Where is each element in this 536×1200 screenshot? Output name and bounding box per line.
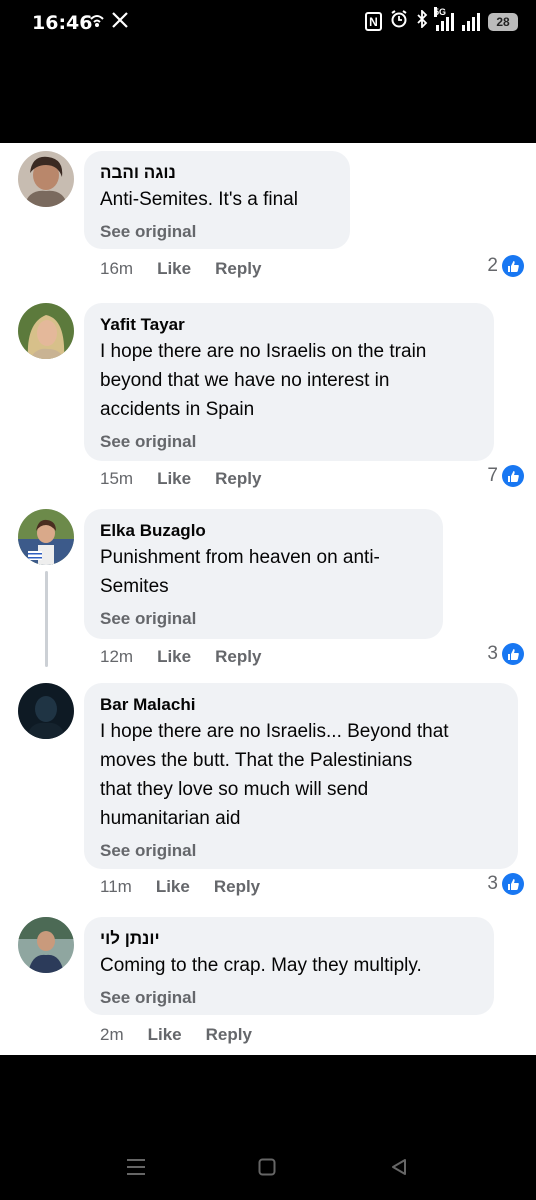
battery-icon: 28 bbox=[488, 12, 518, 31]
bluetooth-icon bbox=[416, 8, 428, 33]
comment-actions: 12m Like Reply bbox=[100, 647, 261, 667]
comment-actions: 15m Like Reply bbox=[100, 469, 261, 489]
comment-actions: 11m Like Reply bbox=[100, 877, 260, 897]
reply-button[interactable]: Reply bbox=[215, 259, 261, 279]
nfc-icon: N bbox=[365, 12, 382, 31]
reply-button[interactable]: Reply bbox=[206, 1025, 252, 1045]
thumbs-up-icon bbox=[502, 873, 524, 895]
comment-author[interactable]: Yafit Tayar bbox=[100, 313, 478, 337]
avatar[interactable] bbox=[18, 683, 74, 739]
signal-icon bbox=[462, 12, 480, 31]
status-bar: 16:46 N 5G 28 bbox=[0, 0, 536, 143]
alarm-icon bbox=[390, 10, 408, 33]
like-button[interactable]: Like bbox=[157, 469, 191, 489]
thread-line bbox=[45, 571, 48, 667]
reaction-count[interactable]: 3 bbox=[487, 873, 524, 895]
comment-actions: 2m Like Reply bbox=[100, 1025, 252, 1045]
comment-text-line: Semites bbox=[100, 576, 169, 597]
comments-list: נוגה והבה Anti-Semites. It's a final See… bbox=[0, 143, 536, 1055]
comment-author[interactable]: נוגה והבה bbox=[100, 161, 334, 185]
comment-bubble: יונתן לוי Coming to the crap. May they m… bbox=[84, 917, 494, 1015]
see-original-link[interactable]: See original bbox=[100, 220, 334, 244]
avatar[interactable] bbox=[18, 917, 74, 973]
back-icon[interactable] bbox=[390, 1158, 408, 1181]
wifi-calling-icon bbox=[88, 12, 106, 35]
avatar[interactable] bbox=[18, 151, 74, 207]
comment-time[interactable]: 2m bbox=[100, 1025, 124, 1045]
comment-time[interactable]: 16m bbox=[100, 259, 133, 279]
see-original-link[interactable]: See original bbox=[100, 430, 478, 454]
like-button[interactable]: Like bbox=[157, 259, 191, 279]
see-original-link[interactable]: See original bbox=[100, 607, 427, 631]
comment-bubble: Elka Buzaglo Punishment from heaven on a… bbox=[84, 509, 443, 639]
comment-text-line: moves the butt. That the Palestinians bbox=[100, 750, 413, 771]
thumbs-up-icon bbox=[502, 465, 524, 487]
comment-text-line: humanitarian aid bbox=[100, 808, 241, 829]
avatar[interactable] bbox=[18, 509, 74, 565]
comment-bubble: נוגה והבה Anti-Semites. It's a final See… bbox=[84, 151, 350, 249]
comment-author[interactable]: Bar Malachi bbox=[100, 693, 502, 717]
comment-actions: 16m Like Reply bbox=[100, 259, 261, 279]
comment-bubble: Bar Malachi I hope there are no Israelis… bbox=[84, 683, 518, 869]
see-original-link[interactable]: See original bbox=[100, 839, 502, 863]
comment-text-line: I hope there are no Israelis... Beyond t… bbox=[100, 721, 449, 742]
comment-time[interactable]: 15m bbox=[100, 469, 133, 489]
thumbs-up-icon bbox=[502, 643, 524, 665]
avatar[interactable] bbox=[18, 303, 74, 359]
comment-bubble: Yafit Tayar I hope there are no Israelis… bbox=[84, 303, 494, 461]
comment-text-line: that they love so much will send bbox=[100, 779, 369, 800]
comment-text-line: beyond that we have no interest in bbox=[100, 370, 390, 391]
comment-text: Anti-Semites. It's a final bbox=[100, 189, 298, 210]
comment-text: Coming to the crap. May they multiply. bbox=[100, 955, 422, 976]
comment-text-line: I hope there are no Israelis on the trai… bbox=[100, 341, 427, 362]
reaction-count[interactable]: 3 bbox=[487, 643, 524, 665]
reply-button[interactable]: Reply bbox=[215, 469, 261, 489]
reply-button[interactable]: Reply bbox=[214, 877, 260, 897]
reaction-count[interactable]: 7 bbox=[487, 465, 524, 487]
reaction-count[interactable]: 2 bbox=[487, 255, 524, 277]
status-time: 16:46 bbox=[32, 12, 93, 34]
comment-time[interactable]: 11m bbox=[100, 877, 132, 897]
like-button[interactable]: Like bbox=[156, 877, 190, 897]
home-icon[interactable] bbox=[258, 1158, 276, 1181]
thumbs-up-icon bbox=[502, 255, 524, 277]
like-button[interactable]: Like bbox=[157, 647, 191, 667]
see-original-link[interactable]: See original bbox=[100, 986, 478, 1010]
signal-5g-icon: 5G bbox=[434, 6, 454, 31]
comment-author[interactable]: יונתן לוי bbox=[100, 927, 478, 951]
like-button[interactable]: Like bbox=[148, 1025, 182, 1045]
reply-button[interactable]: Reply bbox=[215, 647, 261, 667]
comment-text-line: accidents in Spain bbox=[100, 399, 255, 420]
comment-time[interactable]: 12m bbox=[100, 647, 133, 667]
comment-text-line: Punishment from heaven on anti- bbox=[100, 547, 380, 568]
x-logo-icon bbox=[112, 12, 128, 35]
recent-apps-icon[interactable] bbox=[126, 1158, 146, 1181]
comment-author[interactable]: Elka Buzaglo bbox=[100, 519, 427, 543]
